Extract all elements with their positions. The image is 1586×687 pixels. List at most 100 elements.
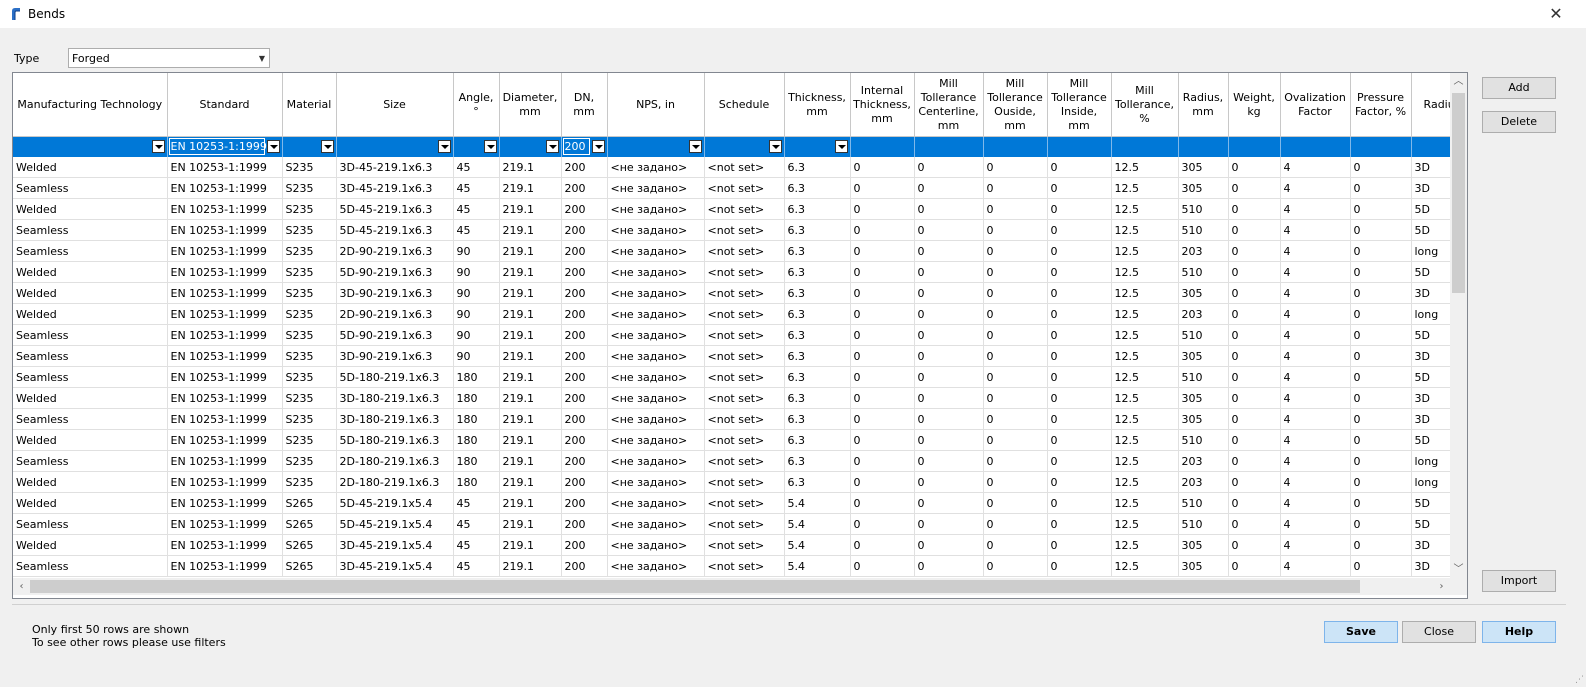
- table-cell[interactable]: 0: [983, 240, 1048, 262]
- table-cell[interactable]: 4: [1280, 219, 1351, 241]
- table-cell[interactable]: long: [1411, 303, 1450, 325]
- filter-cell[interactable]: EN 10253-1:1999: [167, 136, 283, 157]
- table-cell[interactable]: <не задано>: [607, 324, 705, 346]
- table-cell[interactable]: EN 10253-1:1999: [167, 157, 283, 178]
- table-cell[interactable]: 219.1: [499, 429, 562, 451]
- resize-grip-icon[interactable]: ⋰: [1575, 675, 1584, 685]
- table-cell[interactable]: 3D-45-219.1x6.3: [336, 177, 454, 199]
- table-cell[interactable]: 0: [850, 534, 915, 556]
- table-cell[interactable]: 219.1: [499, 450, 562, 472]
- table-cell[interactable]: 200: [561, 282, 608, 304]
- table-cell[interactable]: 0: [850, 471, 915, 493]
- table-cell[interactable]: S235: [282, 198, 337, 220]
- table-cell[interactable]: Seamless: [13, 366, 168, 388]
- table-cell[interactable]: 0: [983, 450, 1048, 472]
- table-cell[interactable]: 0: [1228, 408, 1281, 430]
- table-cell[interactable]: 219.1: [499, 408, 562, 430]
- table-row[interactable]: Welded EN 10253-1:1999 S235 2D-90-219.1x6.3…: [13, 303, 1450, 325]
- table-cell[interactable]: 200: [561, 324, 608, 346]
- table-cell[interactable]: S235: [282, 324, 337, 346]
- table-cell[interactable]: 0: [983, 177, 1048, 199]
- save-button[interactable]: Save: [1324, 621, 1398, 643]
- scroll-up-icon[interactable]: ︿: [1450, 73, 1467, 90]
- table-cell[interactable]: EN 10253-1:1999: [167, 534, 283, 556]
- table-cell[interactable]: 0: [914, 513, 984, 535]
- table-cell[interactable]: 6.3: [784, 219, 851, 241]
- table-cell[interactable]: 0: [1047, 240, 1112, 262]
- table-cell[interactable]: 203: [1178, 303, 1229, 325]
- table-cell[interactable]: 3D-45-219.1x5.4: [336, 555, 454, 577]
- table-cell[interactable]: 12.5: [1111, 219, 1179, 241]
- table-cell[interactable]: 0: [1228, 387, 1281, 409]
- table-row[interactable]: Welded EN 10253-1:1999 S265 5D-45-219.1x5.4…: [13, 492, 1450, 514]
- table-cell[interactable]: 3D-180-219.1x6.3: [336, 387, 454, 409]
- table-cell[interactable]: 0: [1350, 492, 1412, 514]
- column-header[interactable]: Radius, mm: [1178, 73, 1229, 137]
- filter-dropdown-icon[interactable]: [768, 140, 782, 153]
- table-cell[interactable]: <не задано>: [607, 366, 705, 388]
- filter-cell[interactable]: [784, 136, 851, 157]
- horizontal-scrollbar[interactable]: ‹ ›: [13, 578, 1450, 595]
- table-cell[interactable]: <not set>: [704, 492, 785, 514]
- table-cell[interactable]: Seamless: [13, 450, 168, 472]
- table-cell[interactable]: 180: [453, 429, 500, 451]
- table-cell[interactable]: 219.1: [499, 345, 562, 367]
- table-cell[interactable]: 5D: [1411, 261, 1450, 283]
- table-cell[interactable]: EN 10253-1:1999: [167, 198, 283, 220]
- table-cell[interactable]: Seamless: [13, 219, 168, 241]
- close-button[interactable]: Close: [1402, 621, 1476, 643]
- table-cell[interactable]: 90: [453, 240, 500, 262]
- table-cell[interactable]: 5.4: [784, 555, 851, 577]
- column-header[interactable]: NPS, in: [607, 73, 705, 137]
- table-cell[interactable]: Welded: [13, 387, 168, 409]
- table-cell[interactable]: 6.3: [784, 282, 851, 304]
- filter-cell[interactable]: 200: [561, 136, 608, 157]
- table-cell[interactable]: 0: [983, 408, 1048, 430]
- table-cell[interactable]: 0: [914, 555, 984, 577]
- table-cell[interactable]: 219.1: [499, 534, 562, 556]
- table-cell[interactable]: 0: [914, 450, 984, 472]
- table-cell[interactable]: 6.3: [784, 366, 851, 388]
- table-cell[interactable]: 180: [453, 408, 500, 430]
- table-cell[interactable]: 6.3: [784, 429, 851, 451]
- table-cell[interactable]: 3D: [1411, 177, 1450, 199]
- table-row[interactable]: Welded EN 10253-1:1999 S235 5D-180-219.1x6.…: [13, 429, 1450, 451]
- table-cell[interactable]: 12.5: [1111, 177, 1179, 199]
- table-cell[interactable]: 5D-90-219.1x6.3: [336, 261, 454, 283]
- table-cell[interactable]: EN 10253-1:1999: [167, 555, 283, 577]
- table-cell[interactable]: 0: [1047, 219, 1112, 241]
- table-cell[interactable]: EN 10253-1:1999: [167, 450, 283, 472]
- table-cell[interactable]: 4: [1280, 282, 1351, 304]
- column-header[interactable]: Diameter, mm: [499, 73, 562, 137]
- table-cell[interactable]: <not set>: [704, 261, 785, 283]
- table-cell[interactable]: 5D-180-219.1x6.3: [336, 366, 454, 388]
- table-cell[interactable]: EN 10253-1:1999: [167, 261, 283, 283]
- table-cell[interactable]: 0: [1350, 240, 1412, 262]
- table-cell[interactable]: Seamless: [13, 177, 168, 199]
- table-cell[interactable]: 0: [983, 429, 1048, 451]
- table-cell[interactable]: 4: [1280, 408, 1351, 430]
- table-cell[interactable]: 0: [1350, 345, 1412, 367]
- table-cell[interactable]: <не задано>: [607, 303, 705, 325]
- table-cell[interactable]: EN 10253-1:1999: [167, 219, 283, 241]
- table-cell[interactable]: 5D: [1411, 492, 1450, 514]
- table-cell[interactable]: 0: [983, 513, 1048, 535]
- table-cell[interactable]: <not set>: [704, 387, 785, 409]
- table-cell[interactable]: 200: [561, 471, 608, 493]
- table-cell[interactable]: 0: [850, 198, 915, 220]
- table-cell[interactable]: 0: [1350, 219, 1412, 241]
- table-cell[interactable]: 180: [453, 366, 500, 388]
- table-cell[interactable]: 12.5: [1111, 157, 1179, 178]
- table-cell[interactable]: 510: [1178, 429, 1229, 451]
- table-cell[interactable]: 0: [1047, 345, 1112, 367]
- table-cell[interactable]: 200: [561, 345, 608, 367]
- table-cell[interactable]: 0: [914, 366, 984, 388]
- filter-cell[interactable]: [1228, 136, 1281, 157]
- table-cell[interactable]: <not set>: [704, 513, 785, 535]
- table-cell[interactable]: Welded: [13, 198, 168, 220]
- table-cell[interactable]: <not set>: [704, 324, 785, 346]
- table-cell[interactable]: 0: [1350, 471, 1412, 493]
- table-cell[interactable]: Welded: [13, 471, 168, 493]
- table-cell[interactable]: 45: [453, 555, 500, 577]
- table-cell[interactable]: S265: [282, 492, 337, 514]
